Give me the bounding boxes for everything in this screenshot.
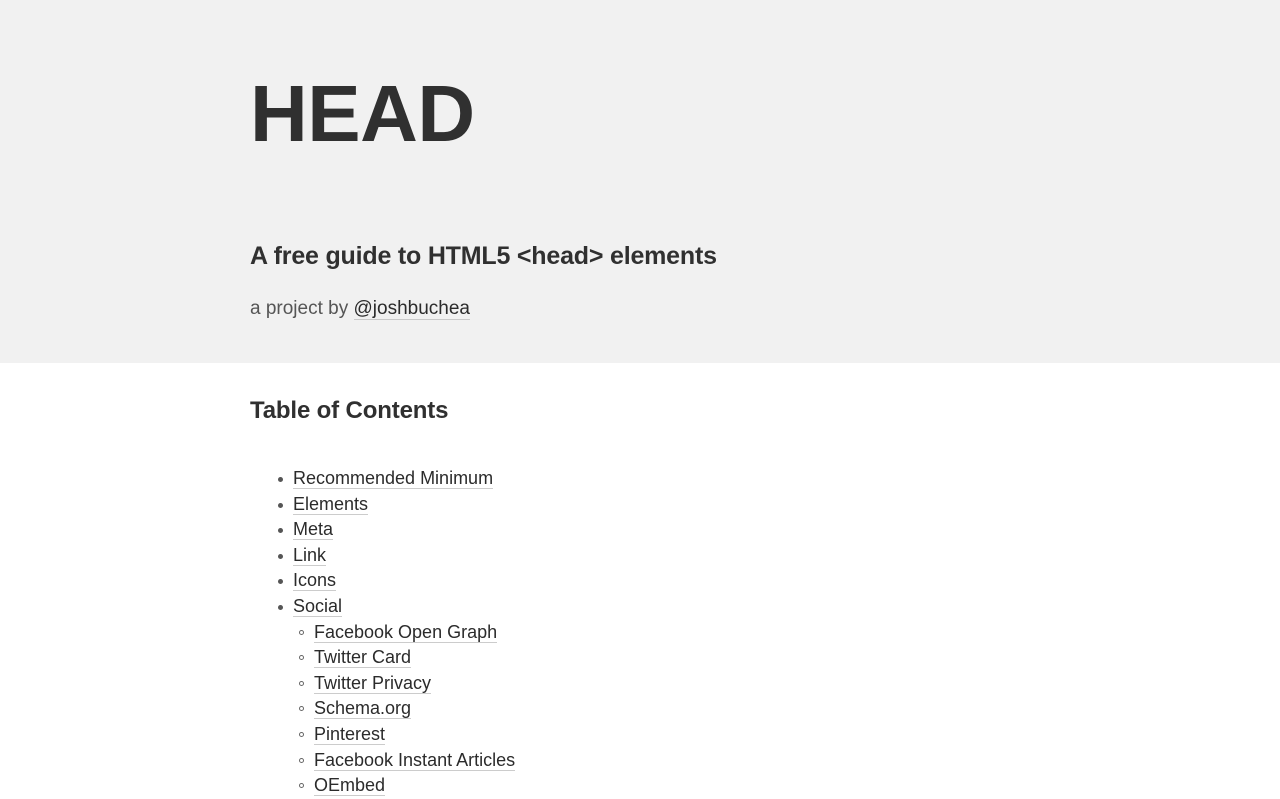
author-link[interactable]: @joshbuchea (353, 298, 470, 320)
toc-link-twitter-card[interactable]: Twitter Card (314, 647, 412, 669)
bullet-circle-icon (299, 680, 304, 686)
bullet-disc-icon (278, 477, 283, 482)
toc-link-elements[interactable]: Elements (293, 493, 369, 515)
toc-link-pinterest[interactable]: Pinterest (314, 723, 386, 745)
list-item: Elements (250, 492, 1240, 518)
list-item: Recommended Minimum (250, 466, 1240, 492)
toc-link-facebook-instant-articles[interactable]: Facebook Instant Articles (314, 749, 516, 771)
bullet-circle-icon (299, 655, 304, 661)
list-item: Twitter Card (250, 645, 1240, 671)
toc-link-meta[interactable]: Meta (293, 519, 334, 541)
list-item: Pinterest (250, 722, 1240, 748)
table-of-contents-list: Recommended Minimum Elements Meta Link I… (250, 466, 1240, 620)
bullet-circle-icon (299, 757, 304, 763)
project-tagline: A free guide to HTML5 <head> elements (250, 242, 717, 270)
toc-link-recommended-minimum[interactable]: Recommended Minimum (293, 468, 494, 489)
list-item: Facebook Instant Articles (250, 748, 1240, 774)
list-item: Meta (250, 517, 1240, 543)
toc-link-social[interactable]: Social (293, 595, 343, 617)
page-title: HEAD (250, 69, 475, 158)
list-item: Icons (250, 568, 1240, 594)
main-content: Table of Contents Recommended Minimum El… (0, 363, 1280, 797)
toc-link-schema-org[interactable]: Schema.org (314, 698, 412, 720)
bullet-circle-icon (299, 629, 304, 635)
page-header: HEAD A free guide to HTML5 <head> elemen… (0, 0, 1280, 363)
toc-link-facebook-open-graph[interactable]: Facebook Open Graph (314, 621, 498, 643)
bullet-circle-icon (299, 731, 304, 737)
bullet-circle-icon (299, 706, 304, 712)
toc-link-twitter-privacy[interactable]: Twitter Privacy (314, 672, 432, 694)
byline-prefix-text: a project by (250, 298, 354, 319)
list-item: Schema.org (250, 696, 1240, 722)
toc-link-icons[interactable]: Icons (293, 570, 337, 592)
bullet-disc-icon (278, 502, 283, 508)
project-byline: a project by @joshbuchea (250, 297, 470, 322)
bullet-disc-icon (278, 528, 283, 534)
list-item: Link (250, 543, 1240, 569)
bullet-disc-icon (278, 553, 283, 559)
list-item: Twitter Privacy (250, 671, 1240, 697)
table-of-contents-heading: Table of Contents (250, 397, 449, 424)
bullet-disc-icon (278, 579, 283, 585)
table-of-contents-sublist-social: Facebook Open Graph Twitter Card Twitter… (250, 620, 1240, 799)
list-item: Facebook Open Graph (250, 620, 1240, 646)
list-item: Social (250, 594, 1240, 620)
bullet-disc-icon (278, 604, 283, 610)
toc-link-link[interactable]: Link (293, 544, 327, 566)
